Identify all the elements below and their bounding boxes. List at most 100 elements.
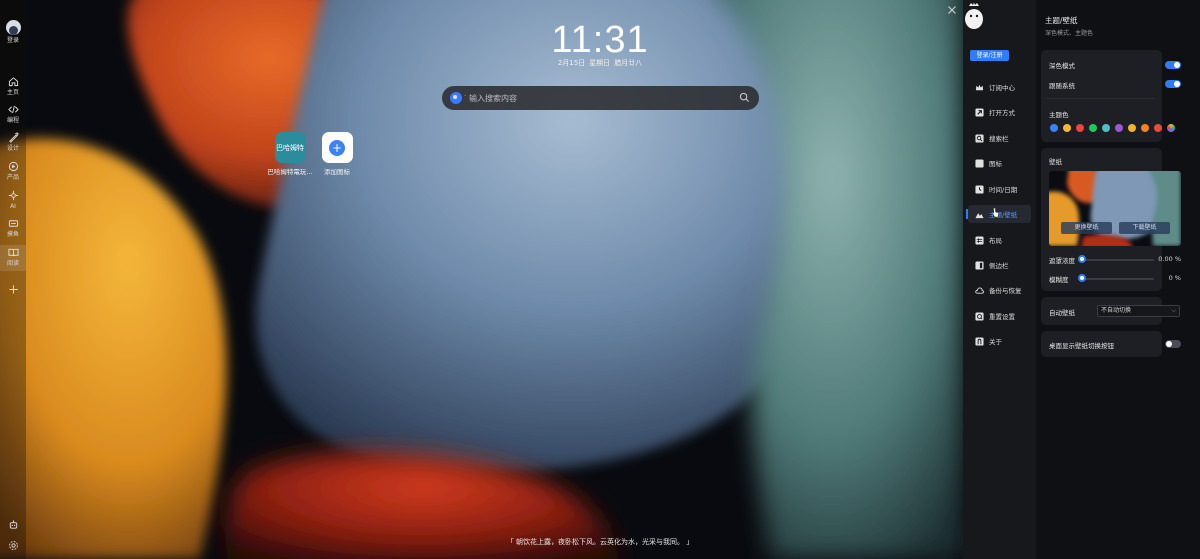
auto-wallpaper-selected: 不自动切换 bbox=[1101, 307, 1132, 314]
blur-label: 模糊度 bbox=[1049, 276, 1069, 284]
mask-opacity-slider[interactable] bbox=[1082, 259, 1154, 261]
nav-label: 订阅中心 bbox=[989, 84, 1015, 92]
rail-item-fish[interactable]: 摸鱼 bbox=[0, 216, 26, 242]
nav-label: 重置设置 bbox=[989, 313, 1015, 321]
theme-color-cyan[interactable] bbox=[1102, 124, 1110, 132]
chevron-down-icon: ⌵ bbox=[1171, 307, 1176, 314]
nav-icons[interactable]: 图标 bbox=[968, 154, 1031, 172]
nav-layout[interactable]: 布局 bbox=[968, 231, 1031, 249]
search-icon[interactable] bbox=[739, 92, 750, 103]
add-icon-button[interactable]: + bbox=[321, 132, 353, 163]
clock: 11:31 bbox=[551, 19, 649, 61]
theme-color-custom[interactable] bbox=[1167, 124, 1175, 132]
nav-label: 图标 bbox=[989, 160, 1002, 168]
rail-add-button[interactable] bbox=[0, 280, 26, 299]
search-engine-icon[interactable] bbox=[450, 92, 462, 104]
download-wallpaper-button[interactable]: 下载壁纸 bbox=[1119, 222, 1170, 234]
rail-settings-button[interactable] bbox=[0, 536, 26, 555]
wallpaper-preview[interactable] bbox=[1049, 171, 1181, 246]
theme-color-yellow[interactable] bbox=[1063, 124, 1071, 132]
nav-time-date[interactable]: 时间/日期 bbox=[968, 180, 1031, 198]
desktop-switch-toggle[interactable] bbox=[1165, 340, 1181, 348]
desktop-switch-label: 桌面显示壁纸切换按钮 bbox=[1049, 342, 1114, 350]
rail-login-label: 登录 bbox=[6, 37, 19, 44]
dark-mode-toggle[interactable] bbox=[1165, 61, 1181, 69]
nav-reset[interactable]: 重置设置 bbox=[968, 307, 1031, 325]
rail-item-home[interactable]: 主页 bbox=[0, 74, 26, 100]
auto-wallpaper-label: 自动壁纸 bbox=[1049, 309, 1075, 317]
mascot-icon bbox=[965, 2, 983, 29]
rail-robot-button[interactable] bbox=[0, 515, 26, 534]
tile-label: 巴哈姆特電玩... bbox=[267, 168, 313, 176]
auto-wallpaper-select[interactable]: 不自动切换 ⌵ bbox=[1097, 305, 1180, 317]
wallpaper-preview-art bbox=[1049, 171, 1181, 246]
rail-item-label: 主页 bbox=[6, 89, 19, 96]
blur-thumb[interactable] bbox=[1078, 274, 1086, 282]
home-icon bbox=[8, 77, 18, 87]
blur-value: 0 % bbox=[1168, 274, 1181, 282]
theme-color-blue[interactable] bbox=[1050, 124, 1058, 132]
theme-color-orange[interactable] bbox=[1141, 124, 1149, 132]
theme-color-green[interactable] bbox=[1089, 124, 1097, 132]
search-icon bbox=[975, 133, 984, 143]
nav-about[interactable]: 关于 bbox=[968, 332, 1031, 350]
mask-opacity-thumb[interactable] bbox=[1078, 255, 1086, 263]
search-bar[interactable]: · bbox=[442, 86, 759, 110]
product-icon bbox=[8, 161, 18, 172]
code-icon bbox=[7, 105, 19, 114]
nav-label: 搜索栏 bbox=[989, 135, 1009, 143]
nav-search-bar[interactable]: 搜索栏 bbox=[968, 129, 1031, 147]
plus-icon bbox=[8, 285, 18, 294]
rail-item-read[interactable]: 阅读 bbox=[0, 245, 26, 271]
gear-icon bbox=[8, 541, 18, 550]
add-shortcut-tile[interactable]: + 添加图标 bbox=[313, 132, 361, 176]
rail-item-code[interactable]: 编程 bbox=[0, 102, 26, 128]
mask-opacity-value: 0.00 % bbox=[1158, 255, 1181, 263]
rail-item-product[interactable]: 产品 bbox=[0, 159, 26, 185]
avatar[interactable] bbox=[5, 20, 21, 35]
rail-login[interactable]: 登录 bbox=[0, 20, 26, 45]
rail-item-label: AI bbox=[10, 203, 16, 210]
layout-icon bbox=[975, 235, 984, 245]
nav-label: 侧边栏 bbox=[989, 262, 1009, 270]
clock-icon bbox=[975, 184, 984, 194]
close-settings-button[interactable] bbox=[945, 3, 959, 17]
nav-open-mode[interactable]: 打开方式 bbox=[968, 103, 1031, 121]
follow-system-toggle[interactable] bbox=[1165, 80, 1181, 88]
shortcut-tile-bahamut[interactable]: 巴哈姆特 巴哈姆特電玩... bbox=[266, 132, 314, 176]
login-register-button[interactable]: 登录/注册 bbox=[970, 50, 1009, 61]
wallpaper-art bbox=[0, 0, 963, 559]
page-title: 主题/壁纸 bbox=[1045, 16, 1078, 25]
change-wallpaper-button[interactable]: 更换壁纸 bbox=[1061, 222, 1112, 234]
rail-item-ai[interactable]: AI bbox=[0, 188, 26, 214]
nav-sidebar[interactable]: 侧边栏 bbox=[968, 256, 1031, 274]
nav-label: 打开方式 bbox=[989, 109, 1015, 117]
mouse-cursor-icon bbox=[992, 207, 999, 218]
divider bbox=[1047, 98, 1155, 99]
blur-slider[interactable] bbox=[1082, 278, 1154, 280]
theme-color-red[interactable] bbox=[1076, 124, 1084, 132]
theme-color-gold[interactable] bbox=[1128, 124, 1136, 132]
sidebar-icon bbox=[975, 260, 984, 270]
nav-label: 布局 bbox=[989, 237, 1002, 245]
nav-backup-restore[interactable]: 备份与恢复 bbox=[968, 281, 1031, 299]
rail-item-design[interactable]: 设计 bbox=[0, 130, 26, 156]
theme-color-label: 主题色 bbox=[1049, 111, 1069, 119]
info-icon bbox=[975, 336, 984, 346]
book-icon bbox=[7, 248, 19, 257]
robot-icon bbox=[9, 520, 17, 529]
weekday-text: 星期日 bbox=[589, 59, 611, 67]
theme-color-crimson[interactable] bbox=[1154, 124, 1162, 132]
close-icon bbox=[948, 6, 956, 14]
dark-mode-label: 深色模式 bbox=[1049, 62, 1075, 70]
bahamut-icon[interactable]: 巴哈姆特 bbox=[274, 132, 306, 163]
mask-opacity-label: 遮罩浓度 bbox=[1049, 257, 1075, 265]
nav-subscription[interactable]: 订阅中心 bbox=[968, 78, 1031, 96]
theme-color-purple[interactable] bbox=[1115, 124, 1123, 132]
daily-quote: 「 朝饮花上露，夜卧松下风。云英化为水，光采与我同。 」 bbox=[506, 538, 694, 546]
plus-circle-icon: + bbox=[329, 139, 345, 156]
rail-item-label: 编程 bbox=[6, 117, 19, 124]
search-input[interactable] bbox=[469, 90, 719, 106]
ai-icon bbox=[8, 190, 18, 201]
tile-label: 添加图标 bbox=[324, 168, 350, 176]
